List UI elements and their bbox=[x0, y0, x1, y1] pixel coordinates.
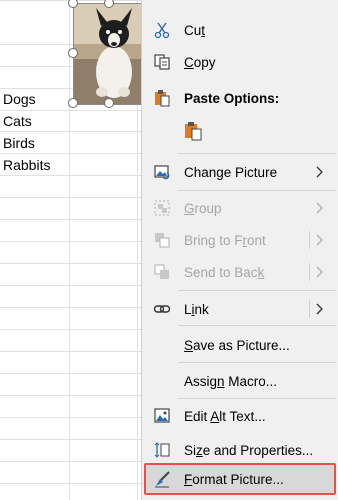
menu-item-change-picture-label: Change Picture bbox=[184, 164, 278, 180]
menu-item-link[interactable]: Link bbox=[142, 294, 338, 324]
cell-a-rabbits[interactable]: Rabbits bbox=[3, 156, 50, 174]
column-divider bbox=[69, 0, 70, 500]
menu-item-assign-macro-label: Assign Macro... bbox=[184, 373, 278, 389]
alt-text-icon bbox=[151, 405, 173, 427]
menu-separator bbox=[178, 398, 336, 399]
menu-item-cut[interactable]: Cut bbox=[142, 15, 338, 45]
menu-item-bring-to-front-label: Bring to Front bbox=[184, 232, 266, 248]
cell-a-cats[interactable]: Cats bbox=[3, 112, 32, 130]
clipboard-icon bbox=[151, 87, 173, 109]
paste-options-label: Paste Options: bbox=[184, 90, 280, 106]
copy-icon bbox=[151, 51, 173, 73]
size-properties-icon bbox=[151, 439, 173, 461]
split-divider bbox=[309, 300, 310, 318]
menu-item-save-as-picture[interactable]: Save as Picture... bbox=[142, 330, 338, 360]
dog-photo-image bbox=[74, 4, 147, 104]
chevron-right-icon bbox=[312, 233, 326, 247]
menu-separator bbox=[178, 290, 336, 291]
chevron-right-icon bbox=[312, 302, 326, 316]
chevron-right-icon bbox=[312, 201, 326, 215]
menu-item-edit-alt-text-label: Edit Alt Text... bbox=[184, 408, 266, 424]
menu-item-bring-to-front[interactable]: Bring to Front bbox=[142, 225, 338, 255]
dog-picture[interactable] bbox=[73, 3, 148, 105]
menu-item-cut-label: Cut bbox=[184, 22, 206, 38]
menu-item-save-as-picture-label: Save as Picture... bbox=[184, 337, 290, 353]
resize-handle-bottom-left[interactable] bbox=[68, 98, 78, 108]
group-icon bbox=[151, 197, 173, 219]
menu-item-size-and-properties-label: Size and Properties... bbox=[184, 442, 314, 458]
chevron-right-icon bbox=[312, 265, 326, 279]
split-divider bbox=[309, 231, 310, 249]
menu-item-assign-macro[interactable]: Assign Macro... bbox=[142, 366, 338, 396]
send-to-back-icon bbox=[151, 261, 173, 283]
menu-separator bbox=[178, 153, 336, 154]
menu-separator bbox=[178, 190, 336, 191]
menu-item-group-label: Group bbox=[184, 200, 222, 216]
menu-item-format-picture-label: Format Picture... bbox=[184, 471, 284, 487]
menu-item-link-label: Link bbox=[184, 301, 209, 317]
menu-item-copy[interactable]: Copy bbox=[142, 47, 338, 77]
menu-item-send-to-back[interactable]: Send to Back bbox=[142, 257, 338, 287]
scissors-icon bbox=[151, 19, 173, 41]
menu-item-edit-alt-text[interactable]: Edit Alt Text... bbox=[142, 401, 338, 431]
bring-to-front-icon bbox=[151, 229, 173, 251]
context-menu: Cut Copy Paste Options: Change Picture G… bbox=[141, 0, 338, 500]
cell-a-birds[interactable]: Birds bbox=[3, 134, 35, 152]
link-icon bbox=[151, 298, 173, 320]
resize-handle-left[interactable] bbox=[68, 48, 78, 58]
paste-clipboard-icon bbox=[182, 120, 204, 142]
cell-a-dogs[interactable]: Dogs bbox=[3, 90, 36, 108]
menu-item-change-picture[interactable]: Change Picture bbox=[142, 157, 338, 187]
menu-item-format-picture[interactable]: Format Picture... bbox=[142, 464, 338, 494]
resize-handle-bottom[interactable] bbox=[104, 98, 114, 108]
menu-separator bbox=[178, 325, 336, 326]
menu-item-size-and-properties[interactable]: Size and Properties... bbox=[142, 435, 338, 465]
menu-item-send-to-back-label: Send to Back bbox=[184, 264, 265, 280]
split-divider bbox=[309, 263, 310, 281]
format-picture-icon bbox=[151, 468, 173, 490]
chevron-right-icon bbox=[312, 165, 326, 179]
menu-item-group[interactable]: Group bbox=[142, 193, 338, 223]
menu-item-copy-label: Copy bbox=[184, 54, 216, 70]
menu-separator bbox=[178, 362, 336, 363]
paste-option-picture[interactable] bbox=[142, 116, 338, 146]
change-picture-icon bbox=[151, 161, 173, 183]
menu-header-paste-options: Paste Options: bbox=[142, 83, 338, 113]
